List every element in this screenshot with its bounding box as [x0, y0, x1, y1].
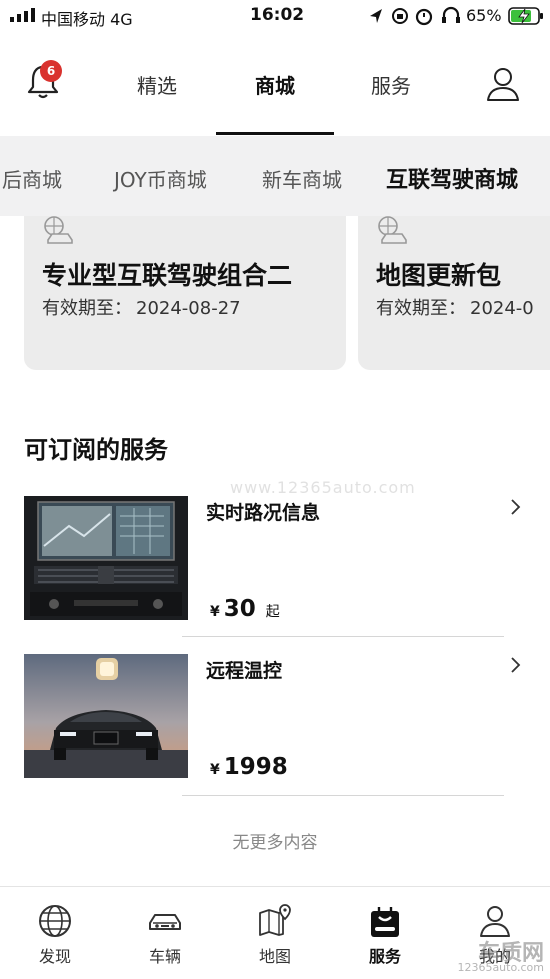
divider	[182, 636, 504, 637]
subscription-card[interactable]: 专业型互联驾驶组合二 有效期至： 2024-08-27	[24, 196, 346, 370]
tab-mall[interactable]: 商城	[255, 70, 295, 99]
card-title: 专业型互联驾驶组合二	[42, 261, 293, 290]
card-validity: 有效期至： 2024-08-27	[42, 294, 241, 320]
subcat-new-car-mall[interactable]: 新车商城	[262, 164, 342, 193]
tab-featured[interactable]: 精选	[137, 70, 177, 99]
status-icons	[370, 6, 460, 26]
map-pin-icon	[259, 904, 291, 936]
car-icon	[149, 914, 181, 930]
validity-date: 2024-0	[470, 298, 534, 319]
headphones-icon	[442, 6, 460, 20]
dark-car-image	[24, 654, 188, 778]
nav-service[interactable]: 服务	[330, 887, 440, 979]
connected-car-icon	[378, 216, 407, 244]
validity-label: 有效期至：	[42, 298, 132, 319]
currency-symbol: ¥	[210, 604, 220, 620]
signal-strength-icon	[10, 8, 35, 22]
end-of-list-text: 无更多内容	[232, 833, 318, 853]
service-item[interactable]: 远程温控 ¥1998	[24, 654, 528, 794]
globe-icon	[39, 905, 71, 937]
subcat-connected-drive-mall[interactable]: 互联驾驶商城	[386, 162, 518, 194]
navigation-screen-image	[24, 496, 188, 620]
price-amount: 30	[223, 596, 256, 622]
chevron-right-icon[interactable]	[510, 498, 522, 516]
tab-service[interactable]: 服务	[371, 70, 411, 99]
user-profile-icon[interactable]	[484, 64, 524, 104]
card-title: 地图更新包	[376, 261, 502, 290]
service-bag-icon	[371, 907, 399, 937]
price-suffix: 起	[265, 604, 280, 620]
validity-date: 2024-08-27	[136, 298, 241, 319]
nav-label: 服务	[368, 947, 401, 966]
subcategory-strip-overlay: 后商城 JOY币商城 新车商城 互联驾驶商城	[0, 136, 550, 216]
carrier-label: 中国移动 4G	[41, 10, 133, 29]
divider	[182, 795, 504, 796]
nav-map[interactable]: 地图	[220, 887, 330, 979]
top-navigation: 6 精选 商城 服务	[0, 40, 550, 136]
service-name: 实时路况信息	[206, 502, 321, 524]
price-amount: 1998	[223, 754, 288, 780]
nav-vehicle[interactable]: 车辆	[110, 887, 220, 979]
battery-percent: 65%	[466, 6, 502, 25]
service-price: ¥1998	[210, 754, 298, 780]
currency-symbol: ¥	[210, 762, 220, 778]
status-bar: 中国移动 4G 16:02 65%	[0, 0, 550, 32]
user-icon	[480, 906, 510, 937]
service-item[interactable]: 实时路况信息 ¥30 起	[24, 496, 528, 636]
card-validity: 有效期至： 2024-0	[376, 294, 534, 320]
active-tab-indicator	[216, 132, 334, 135]
clock: 16:02	[250, 5, 305, 25]
nav-label: 车辆	[148, 947, 181, 966]
connected-car-icon	[44, 216, 73, 244]
watermark-logo: 车质网 12365auto.com	[452, 935, 550, 978]
section-title: 可订阅的服务	[24, 436, 168, 464]
battery-charging-icon	[508, 7, 543, 25]
watermark: www.12365auto.com	[230, 478, 416, 497]
service-name: 远程温控	[206, 660, 283, 682]
service-price: ¥30 起	[210, 596, 280, 622]
validity-label: 有效期至：	[376, 298, 466, 319]
nav-label: 地图	[258, 947, 291, 966]
location-icon	[370, 9, 382, 23]
subcat-joy-coin-mall[interactable]: JOY币商城	[114, 164, 207, 193]
nav-label: 发现	[38, 947, 71, 966]
notification-badge: 6	[40, 60, 62, 82]
subscription-card[interactable]: 地图更新包 有效期至： 2024-0	[358, 196, 550, 370]
chevron-right-icon[interactable]	[510, 656, 522, 674]
subcat-aftermarket-mall[interactable]: 后商城	[2, 164, 62, 193]
nav-discover[interactable]: 发现	[0, 887, 110, 979]
logo-url: 12365auto.com	[457, 961, 544, 974]
